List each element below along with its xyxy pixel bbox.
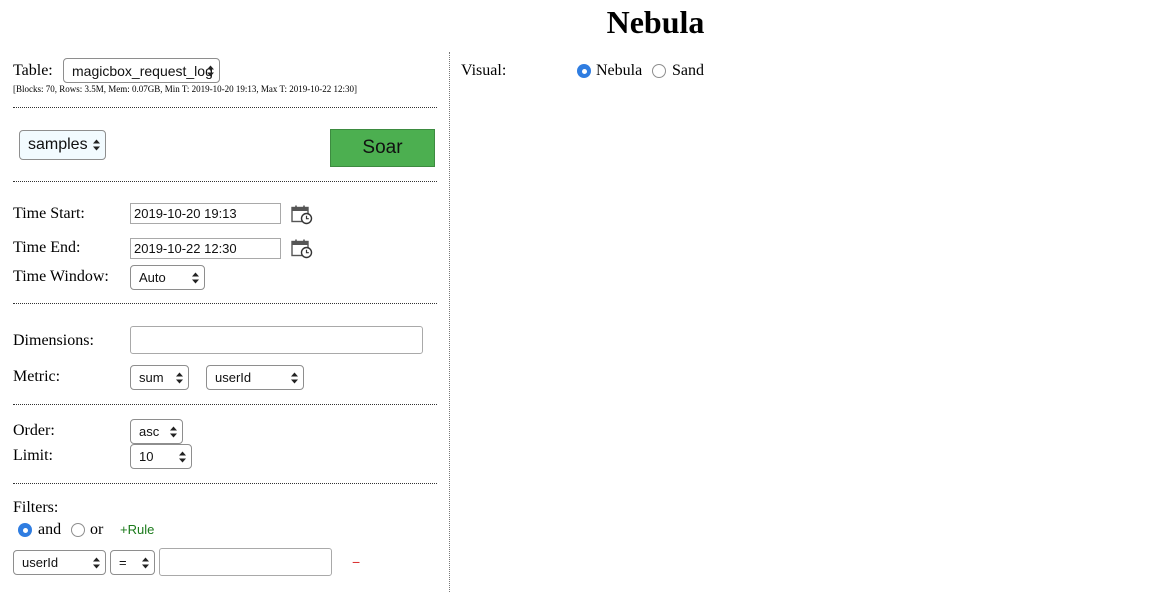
filter-field-value: userId [22,555,59,570]
section-divider [13,483,437,484]
time-start-input[interactable]: 2019-10-20 19:13 [130,203,281,224]
order-value: asc [139,424,160,439]
visual-sand-label: Sand [672,62,704,79]
visual-nebula-radio[interactable] [577,64,591,78]
metric-field-value: userId [215,370,252,385]
visual-sand-radio[interactable] [652,64,666,78]
metric-agg-value: sum [139,370,164,385]
updown-arrows-icon [93,139,100,151]
remove-rule-button[interactable]: − [352,554,360,570]
page-title: Nebula [606,4,705,40]
add-rule-link[interactable]: +Rule [120,522,154,537]
calendar-clock-icon[interactable] [291,239,313,259]
filter-field-select[interactable]: userId [13,550,106,575]
visual-label: Visual: [461,62,507,79]
updown-arrows-icon [207,65,214,76]
dimensions-input[interactable] [130,326,423,354]
updown-arrows-icon [142,557,149,568]
updown-arrows-icon [291,372,298,383]
time-end-label: Time End: [13,239,81,256]
soar-button[interactable]: Soar [330,129,435,167]
time-end-input[interactable]: 2019-10-22 12:30 [130,238,281,259]
panel-divider [449,52,450,592]
updown-arrows-icon [93,557,100,568]
updown-arrows-icon [179,451,186,462]
filter-or-radio[interactable] [71,523,85,537]
table-select[interactable]: magicbox_request_log [63,58,220,83]
updown-arrows-icon [192,272,199,283]
limit-label: Limit: [13,447,53,464]
dimensions-label: Dimensions: [13,332,94,349]
limit-select[interactable]: 10 [130,444,192,469]
filter-and-radio[interactable] [18,523,32,537]
section-divider [13,303,437,304]
mode-select-value: samples [28,136,88,153]
calendar-clock-icon[interactable] [291,205,313,225]
filter-or-label: or [90,521,104,538]
filter-and-label: and [38,521,62,538]
metric-label: Metric: [13,368,61,385]
mode-select[interactable]: samples [19,130,106,160]
section-divider [13,404,437,405]
order-select[interactable]: asc [130,419,183,444]
updown-arrows-icon [176,372,183,383]
filter-value-input[interactable] [159,548,332,576]
visual-nebula-label: Nebula [596,62,643,79]
time-start-label: Time Start: [13,205,85,222]
time-window-label: Time Window: [13,268,109,285]
time-window-value: Auto [139,270,166,285]
time-window-select[interactable]: Auto [130,265,205,290]
filter-op-select[interactable]: = [110,550,155,575]
section-divider [13,181,437,182]
section-divider [13,107,437,108]
limit-value: 10 [139,449,154,464]
filters-label: Filters: [13,499,59,516]
order-label: Order: [13,422,55,439]
updown-arrows-icon [170,426,177,437]
table-meta: [Blocks: 70, Rows: 3.5M, Mem: 0.07GB, Mi… [13,84,358,94]
metric-field-select[interactable]: userId [206,365,304,390]
table-label: Table: [13,62,53,79]
table-select-value: magicbox_request_log [72,62,213,79]
filter-op-value: = [119,555,127,570]
metric-agg-select[interactable]: sum [130,365,189,390]
